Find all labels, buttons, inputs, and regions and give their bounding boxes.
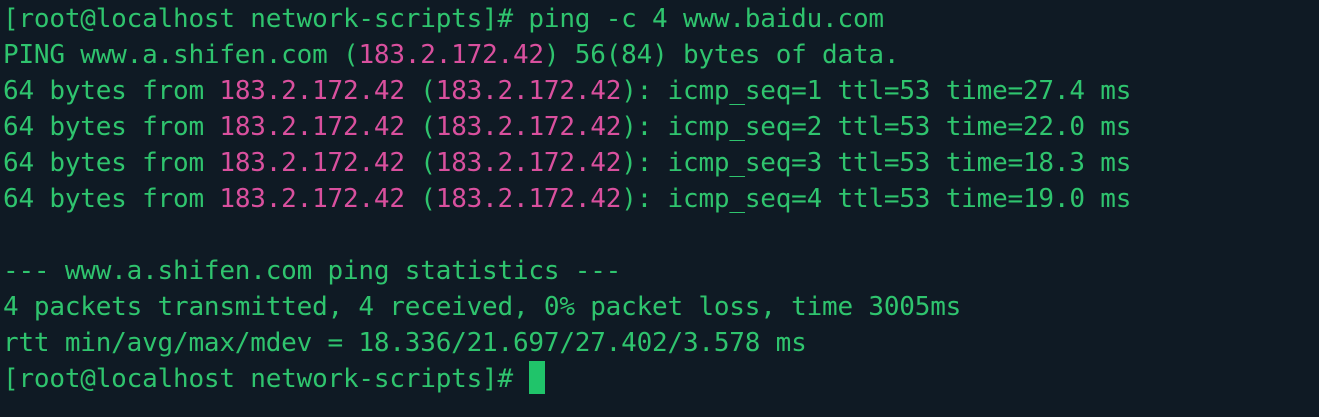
reply-ip-resolved: 183.2.172.42 <box>435 148 622 178</box>
reply-ip: 183.2.172.42 <box>219 76 405 106</box>
reply-separator: ( <box>404 184 436 214</box>
text-cursor[interactable] <box>528 361 545 394</box>
ping-header-prefix: PING www.a.shifen.com ( <box>3 40 359 70</box>
reply-separator: ( <box>404 112 436 142</box>
shell-prompt: [root@localhost network-scripts]# <box>3 4 513 34</box>
reply-separator: ( <box>404 148 436 178</box>
reply-line: 64 bytes from 183.2.172.42 (183.2.172.42… <box>3 181 1319 217</box>
reply-ip-resolved: 183.2.172.42 <box>435 76 622 106</box>
reply-separator: ( <box>404 76 436 106</box>
reply-details: ): icmp_seq=3 ttl=53 time=18.3 ms <box>621 148 1132 178</box>
reply-ip: 183.2.172.42 <box>219 112 405 142</box>
reply-prefix: 64 bytes from <box>3 112 220 142</box>
reply-line: 64 bytes from 183.2.172.42 (183.2.172.42… <box>3 109 1319 145</box>
reply-details: ): icmp_seq=2 ttl=53 time=22.0 ms <box>621 112 1132 142</box>
reply-prefix: 64 bytes from <box>3 148 220 178</box>
ping-header-line: PING www.a.shifen.com (183.2.172.42) 56(… <box>3 37 1319 73</box>
reply-ip-resolved: 183.2.172.42 <box>435 184 622 214</box>
stats-packets-line: 4 packets transmitted, 4 received, 0% pa… <box>3 292 962 322</box>
command-text: ping -c 4 www.baidu.com <box>512 4 884 34</box>
ping-header-suffix: ) 56(84) bytes of data. <box>543 40 900 70</box>
shell-prompt: [root@localhost network-scripts]# <box>3 364 513 394</box>
command-line: [root@localhost network-scripts]# ping -… <box>3 1 1319 37</box>
reply-ip-resolved: 183.2.172.42 <box>435 112 622 142</box>
reply-prefix: 64 bytes from <box>3 76 220 106</box>
reply-prefix: 64 bytes from <box>3 184 220 214</box>
reply-ip: 183.2.172.42 <box>219 148 405 178</box>
stats-rtt-line: rtt min/avg/max/mdev = 18.336/21.697/27.… <box>3 328 807 358</box>
ip-address: 183.2.172.42 <box>358 40 544 70</box>
reply-line: 64 bytes from 183.2.172.42 (183.2.172.42… <box>3 73 1319 109</box>
terminal-window[interactable]: [root@localhost network-scripts]# ping -… <box>0 0 1319 417</box>
stats-header-line: --- www.a.shifen.com ping statistics --- <box>3 256 622 286</box>
reply-ip: 183.2.172.42 <box>219 184 405 214</box>
reply-details: ): icmp_seq=1 ttl=53 time=27.4 ms <box>621 76 1132 106</box>
reply-line: 64 bytes from 183.2.172.42 (183.2.172.42… <box>3 145 1319 181</box>
final-prompt-line: [root@localhost network-scripts]# <box>3 361 1319 397</box>
reply-details: ): icmp_seq=4 ttl=53 time=19.0 ms <box>621 184 1132 214</box>
